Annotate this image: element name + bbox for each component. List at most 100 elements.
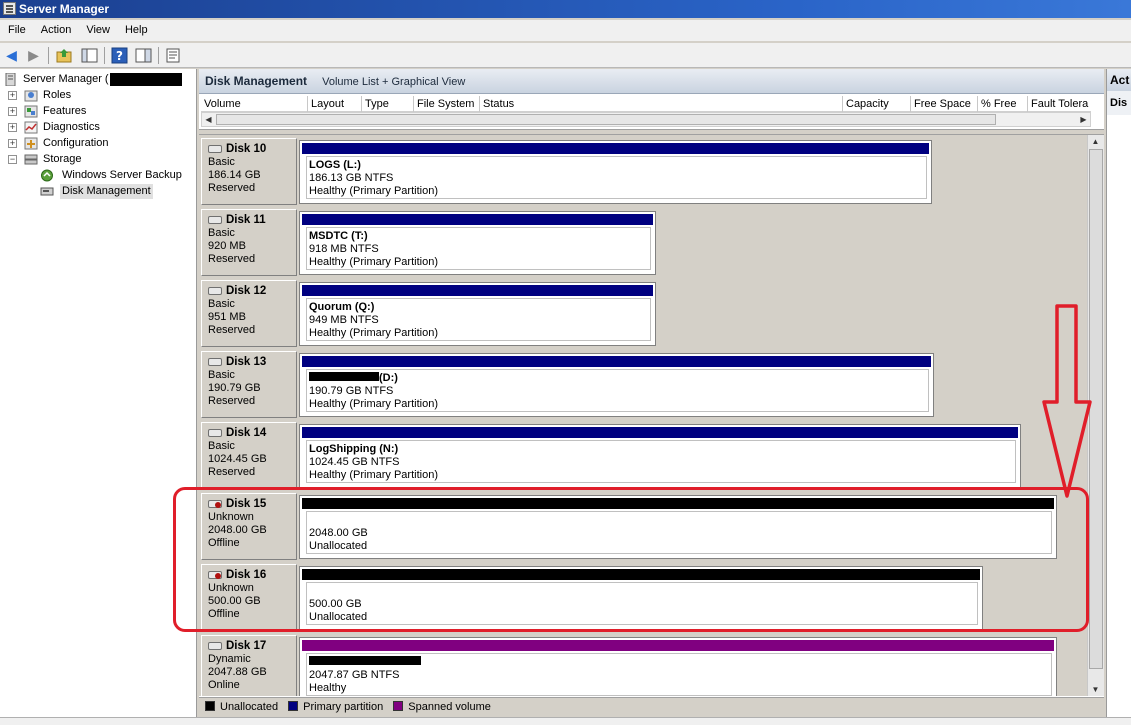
disk-name: Disk 11 (226, 214, 266, 226)
disk-icon (208, 145, 222, 153)
disk-label[interactable]: Disk 14 Basic 1024.45 GB Reserved (201, 422, 297, 489)
menu-action[interactable]: Action (33, 20, 79, 41)
disk-type: Dynamic (208, 653, 251, 665)
graphical-disk-view: Disk 10 Basic 186.14 GB Reserved LOGS (L… (199, 135, 1087, 696)
column-percent-free[interactable]: % Free (978, 96, 1028, 112)
expand-icon[interactable]: + (8, 139, 17, 148)
actions-section-disk-management[interactable]: Dis (1107, 91, 1131, 115)
disk-row: Disk 12 Basic 951 MB Reserved Quorum (Q:… (201, 280, 1087, 347)
disk-size: 190.79 GB (208, 382, 261, 394)
volume-status: Healthy (Primary Partition) (309, 185, 438, 197)
expand-icon[interactable]: + (8, 123, 17, 132)
actions-pane: Act Dis (1106, 69, 1131, 717)
volume-block[interactable]: Quorum (Q:) 949 MB NTFS Healthy (Primary… (299, 282, 656, 346)
volume-status: Healthy (Primary Partition) (309, 469, 438, 481)
disk-label[interactable]: Disk 13 Basic 190.79 GB Reserved (201, 351, 297, 418)
legend-label: Unallocated (220, 701, 279, 713)
disk-icon (208, 642, 222, 650)
tree-label-configuration: Configuration (43, 137, 109, 149)
volume-size: 190.79 GB NTFS (309, 385, 394, 397)
column-free-space[interactable]: Free Space (911, 96, 978, 112)
volume-size: 186.13 GB NTFS (309, 172, 394, 184)
partition-bar (302, 143, 929, 154)
tree-node-configuration[interactable]: + Configuration (8, 136, 188, 151)
roles-icon (24, 89, 38, 102)
tree-node-roles[interactable]: + Roles (8, 88, 188, 103)
legend-label: Primary partition (303, 701, 384, 713)
scroll-down-icon[interactable]: ▼ (1089, 683, 1102, 696)
show-hide-tree-icon[interactable] (81, 47, 98, 64)
back-arrow-icon[interactable]: ◀ (3, 47, 20, 64)
volume-list-hscrollbar[interactable]: ◀ ▶ (201, 112, 1091, 127)
disk-type: Basic (208, 298, 235, 310)
column-file-system[interactable]: File System (414, 96, 480, 112)
unallocated-block[interactable]: 500.00 GB Unallocated (299, 566, 983, 630)
legend-swatch-primary (288, 701, 299, 711)
volume-details: LogShipping (N:) 1024.45 GB NTFS Healthy… (306, 440, 1016, 483)
menu-view[interactable]: View (78, 20, 117, 41)
scroll-right-icon[interactable]: ▶ (1077, 113, 1090, 126)
tree-node-windows-server-backup[interactable]: Windows Server Backup (40, 168, 190, 183)
scroll-left-icon[interactable]: ◀ (202, 113, 215, 126)
volume-name: Quorum (Q:) (309, 301, 375, 313)
toolbar-separator (104, 47, 105, 64)
export-icon[interactable] (165, 47, 182, 64)
volume-details: Quorum (Q:) 949 MB NTFS Healthy (Primary… (306, 298, 651, 341)
help-icon[interactable]: ? (111, 47, 128, 64)
volume-size: 500.00 GB (309, 598, 362, 610)
up-folder-icon[interactable] (56, 47, 73, 64)
unallocated-block[interactable]: 2048.00 GB Unallocated (299, 495, 1057, 559)
column-type[interactable]: Type (362, 96, 414, 112)
volume-block[interactable]: (D:) 190.79 GB NTFS Healthy (Primary Par… (299, 353, 934, 417)
properties-icon[interactable] (135, 47, 152, 64)
disk-type: Basic (208, 156, 235, 168)
partition-bar (302, 498, 1054, 509)
disk-label[interactable]: Disk 17 Dynamic 2047.88 GB Online (201, 635, 297, 696)
volume-block[interactable]: LogShipping (N:) 1024.45 GB NTFS Healthy… (299, 424, 1021, 488)
volume-block[interactable]: MSDTC (T:) 918 MB NTFS Healthy (Primary … (299, 211, 656, 275)
expand-icon[interactable]: + (8, 107, 17, 116)
column-layout[interactable]: Layout (308, 96, 362, 112)
svg-text:?: ? (116, 49, 123, 63)
volume-details: MSDTC (T:) 918 MB NTFS Healthy (Primary … (306, 227, 651, 270)
tree-node-storage[interactable]: − Storage (8, 152, 188, 167)
partition-bar (302, 427, 1018, 438)
volume-block[interactable]: LOGS (L:) 186.13 GB NTFS Healthy (Primar… (299, 140, 932, 204)
column-volume[interactable]: Volume (201, 96, 308, 112)
volume-name: LOGS (L:) (309, 159, 361, 171)
disk-label[interactable]: Disk 10 Basic 186.14 GB Reserved (201, 138, 297, 205)
disk-label[interactable]: Disk 15 Unknown 2048.00 GB Offline (201, 493, 297, 560)
disk-label[interactable]: Disk 11 Basic 920 MB Reserved (201, 209, 297, 276)
server-manager-icon (3, 2, 16, 15)
forward-arrow-icon[interactable]: ▶ (25, 47, 42, 64)
tree-node-diagnostics[interactable]: + Diagnostics (8, 120, 188, 135)
menu-file[interactable]: File (0, 20, 33, 41)
disk-label[interactable]: Disk 12 Basic 951 MB Reserved (201, 280, 297, 347)
redacted-volume-label (309, 656, 421, 665)
disk-state: Reserved (208, 324, 256, 336)
disk-name: Disk 17 (226, 640, 267, 652)
hscroll-thumb[interactable] (216, 114, 996, 125)
column-status[interactable]: Status (480, 96, 843, 112)
panel-subtitle: Volume List + Graphical View (322, 76, 466, 88)
diagnostics-icon (24, 121, 38, 134)
tree-node-server-manager[interactable]: Server Manager ( (4, 72, 194, 87)
scroll-up-icon[interactable]: ▲ (1089, 135, 1102, 148)
expand-icon[interactable]: + (8, 91, 17, 100)
toolbar: ◀ ▶ ? (0, 43, 1131, 68)
disk-row: Disk 15 Unknown 2048.00 GB Offline 2048.… (201, 493, 1087, 560)
disk-icon (208, 287, 222, 295)
features-icon (24, 105, 38, 118)
tree-node-disk-management[interactable]: Disk Management (40, 184, 153, 199)
disk-label[interactable]: Disk 16 Unknown 500.00 GB Offline (201, 564, 297, 631)
volume-block[interactable]: 2047.87 GB NTFS Healthy (299, 637, 1057, 696)
partition-bar (302, 640, 1054, 651)
column-fault-tolerance[interactable]: Fault Tolera (1028, 96, 1091, 112)
tree-node-features[interactable]: + Features (8, 104, 188, 119)
volume-size: 2047.87 GB NTFS (309, 669, 400, 681)
menu-help[interactable]: Help (117, 20, 155, 41)
column-capacity[interactable]: Capacity (843, 96, 911, 112)
collapse-icon[interactable]: − (8, 155, 17, 164)
disk-type: Basic (208, 369, 235, 381)
annotation-arrow-icon (1042, 304, 1092, 498)
